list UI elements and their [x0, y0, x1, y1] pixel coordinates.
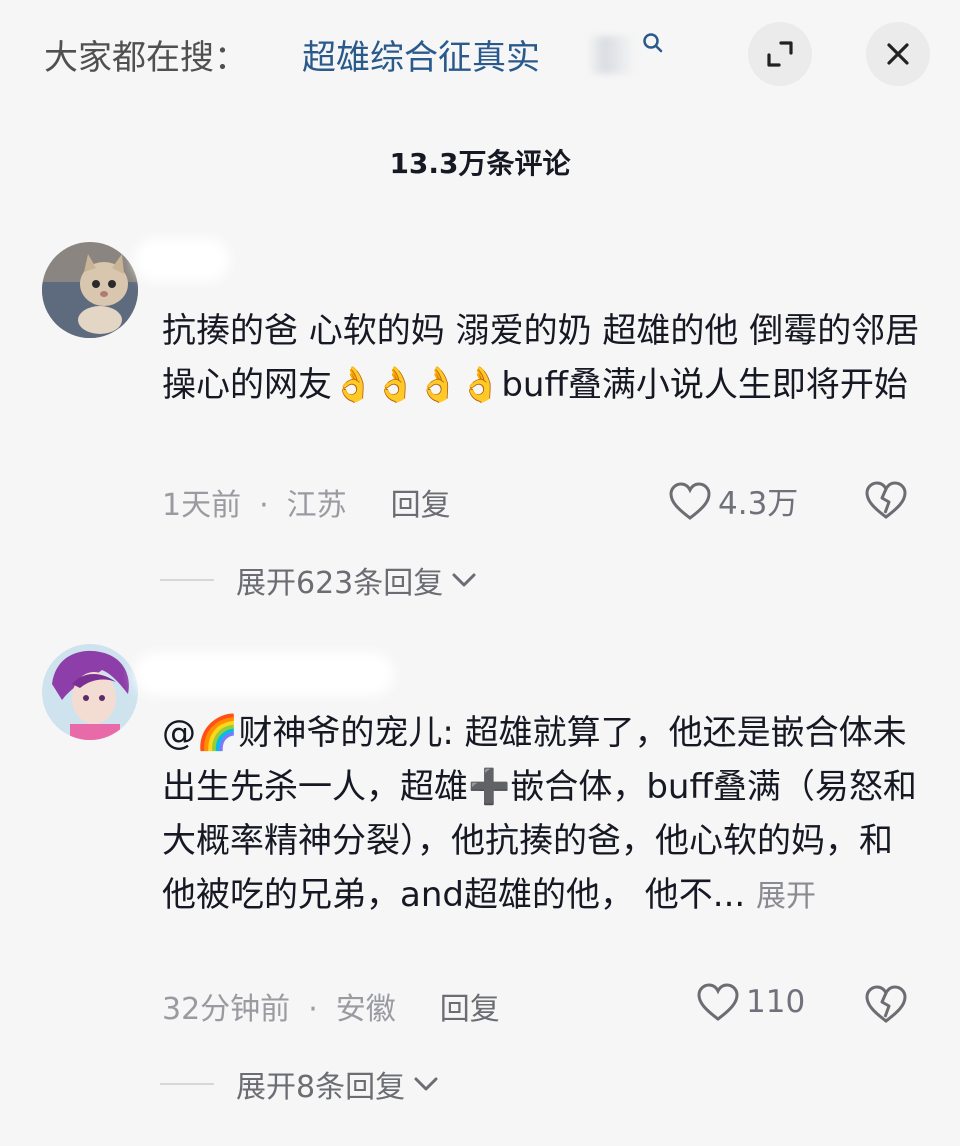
expand-replies-button[interactable]: 展开8条回复: [160, 1062, 439, 1106]
comment-count-title: 13.3万条评论: [389, 147, 571, 180]
broken-heart-icon[interactable]: [864, 984, 908, 1024]
avatar[interactable]: [42, 242, 138, 338]
username-redacted: [134, 238, 230, 282]
search-suggestion[interactable]: 超雄综合征真实: [302, 30, 540, 79]
heart-icon: [697, 983, 739, 1021]
search-hint-label: 大家都在搜：: [44, 38, 248, 78]
divider-line: [160, 1083, 214, 1085]
like-count: 110: [746, 984, 806, 1020]
expand-button[interactable]: [748, 22, 812, 86]
comment-text: @🌈财神爷的宠儿: 超雄就算了，他还是嵌合体未出生先杀一人，超雄➕嵌合体，buf…: [162, 706, 922, 924]
expand-text-button[interactable]: 展开: [756, 879, 816, 914]
close-icon: [887, 43, 909, 65]
meta-separator: ·: [259, 488, 269, 523]
meta-separator: ·: [308, 992, 318, 1027]
expand-replies-label: 展开623条回复: [236, 566, 444, 601]
chevron-down-icon: [414, 1077, 438, 1091]
chevron-down-icon: [452, 573, 476, 587]
search-icon[interactable]: [642, 32, 664, 54]
reply-button[interactable]: 回复: [391, 488, 451, 523]
comment-text: 抗揍的爸 心软的妈 溺爱的奶 超雄的他 倒霉的邻居 操心的网友👌👌👌👌buff叠…: [162, 311, 920, 405]
top-search-bar: 大家都在搜： 超雄综合征真实: [0, 0, 960, 110]
expand-replies-button[interactable]: 展开623条回复: [160, 558, 477, 602]
reply-button[interactable]: 回复: [440, 992, 500, 1027]
close-button[interactable]: [866, 22, 930, 86]
comment-meta: 1天前 · 江苏 回复: [162, 480, 451, 524]
comment-location: 江苏: [286, 488, 347, 523]
comment-time: 32分钟前: [162, 992, 291, 1027]
comment-location: 安徽: [335, 992, 396, 1027]
comment-meta: 32分钟前 · 安徽 回复: [162, 984, 500, 1028]
search-term-fade: [566, 36, 636, 74]
like-button[interactable]: 110: [696, 982, 805, 1022]
like-button[interactable]: 4.3万: [668, 478, 798, 523]
username-redacted: [134, 652, 394, 696]
heart-icon: [669, 481, 711, 520]
like-count: 4.3万: [718, 486, 799, 522]
avatar[interactable]: [42, 644, 138, 740]
comment-time: 1天前: [162, 488, 242, 523]
expand-replies-label: 展开8条回复: [236, 1070, 406, 1105]
broken-heart-icon[interactable]: [864, 480, 908, 520]
expand-icon: [767, 41, 793, 67]
divider-line: [160, 579, 214, 581]
